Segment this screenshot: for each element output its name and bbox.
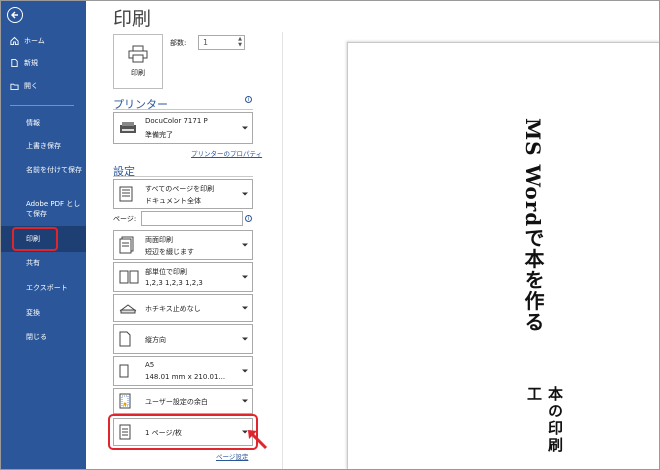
sidebar-item-new[interactable]: 新規 [0, 58, 86, 68]
print-range-dropdown[interactable]: すべてのページを印刷 ドキュメント全体 [113, 179, 253, 209]
duplex-label: 両面印刷 [145, 236, 173, 244]
pages-per-sheet-highlight [108, 414, 258, 450]
chevron-down-icon [242, 243, 248, 247]
sidebar-item-save[interactable]: 上書き保存 [26, 141, 84, 151]
sidebar-item-save-as-pdf[interactable]: Adobe PDF として保存 [26, 199, 84, 219]
sidebar-item-label: 新規 [24, 59, 38, 67]
red-arrow-pointer-icon [247, 429, 268, 450]
printer-properties-link[interactable]: プリンターのプロパティ [191, 148, 262, 158]
staple-label: ホチキス止めなし [145, 305, 201, 313]
chevron-down-icon [242, 337, 248, 341]
info-icon[interactable]: i [245, 96, 252, 103]
chevron-down-icon [242, 306, 248, 310]
info-icon[interactable]: i [245, 215, 252, 222]
duplex-icon [119, 236, 134, 254]
collate-icon [119, 270, 139, 284]
spinner-arrows-icon[interactable]: ▲ ▼ [238, 36, 242, 48]
paper-size-icon [119, 364, 129, 378]
print-range-detail: ドキュメント全体 [145, 197, 201, 205]
collate-dropdown[interactable]: 部単位で印刷 1,2,3 1,2,3 1,2,3 [113, 262, 253, 292]
sidebar-item-close[interactable]: 閉じる [26, 332, 84, 342]
open-folder-icon [10, 83, 19, 91]
pane-divider [282, 32, 283, 470]
sidebar-item-label: ホーム [24, 37, 45, 45]
collate-detail: 1,2,3 1,2,3 1,2,3 [145, 279, 203, 287]
sidebar-item-label: 開く [24, 82, 38, 90]
print-menu-highlight [12, 227, 58, 251]
margins-icon [119, 393, 131, 409]
chevron-down-icon [242, 275, 248, 279]
home-icon [10, 36, 19, 46]
sidebar-item-home[interactable]: ホーム [0, 36, 86, 46]
chevron-down-icon [242, 399, 248, 403]
printer-dropdown[interactable]: DocuColor 7171 P 準備完了 [113, 112, 253, 144]
page-title: 印刷 [113, 8, 152, 30]
sidebar-item-open[interactable]: 開く [0, 81, 86, 91]
print-range-label: すべてのページを印刷 [145, 185, 215, 193]
print-preview-page [347, 42, 660, 470]
paper-size-dropdown[interactable]: A5 148.01 mm x 210.01... [113, 356, 253, 386]
printer-icon [128, 45, 148, 63]
preview-subtitle-text: 本の印刷工 [525, 386, 564, 454]
orientation-dropdown[interactable]: 縦方向 [113, 324, 253, 354]
document-pages-icon [119, 186, 133, 202]
new-document-icon [11, 58, 18, 68]
staple-dropdown[interactable]: ホチキス止めなし [113, 294, 253, 322]
section-divider [113, 176, 253, 177]
pages-label: ページ: [113, 215, 137, 223]
printer-name: DocuColor 7171 P [145, 117, 208, 125]
print-button[interactable]: 印刷 [113, 34, 163, 89]
paper-size-label: A5 [145, 361, 155, 369]
preview-title-text: MS Wordで本を作る [521, 118, 545, 333]
back-arrow-icon[interactable] [7, 7, 23, 23]
printer-status: 準備完了 [145, 131, 173, 139]
margins-dropdown[interactable]: ユーザー設定の余白 [113, 388, 253, 414]
section-divider [113, 109, 253, 110]
sidebar-item-export[interactable]: エクスポート [26, 283, 84, 293]
staple-icon [119, 304, 137, 314]
sidebar-item-transform[interactable]: 変換 [26, 308, 84, 318]
duplex-dropdown[interactable]: 両面印刷 短辺を綴じます [113, 230, 253, 260]
chevron-down-icon [242, 192, 248, 196]
duplex-detail: 短辺を綴じます [145, 248, 194, 256]
copies-label: 部数: [170, 39, 187, 47]
orientation-label: 縦方向 [145, 336, 166, 344]
chevron-down-icon [242, 126, 248, 130]
pages-input[interactable] [141, 211, 243, 226]
portrait-orientation-icon [119, 331, 131, 347]
page-setup-link[interactable]: ページ設定 [216, 451, 248, 461]
sidebar-item-share[interactable]: 共有 [26, 258, 84, 268]
sidebar-item-info[interactable]: 情報 [26, 118, 84, 128]
copies-stepper[interactable]: 1 ▲ ▼ [198, 35, 245, 50]
sidebar-item-save-as[interactable]: 名前を付けて保存 [26, 165, 84, 175]
collate-label: 部単位で印刷 [145, 268, 187, 276]
chevron-down-icon [242, 369, 248, 373]
paper-size-detail: 148.01 mm x 210.01... [145, 373, 226, 381]
printer-device-icon [120, 122, 136, 133]
print-button-label: 印刷 [131, 69, 145, 77]
sidebar-divider [10, 105, 74, 106]
margins-label: ユーザー設定の余白 [145, 398, 208, 406]
copies-value: 1 [203, 38, 209, 47]
